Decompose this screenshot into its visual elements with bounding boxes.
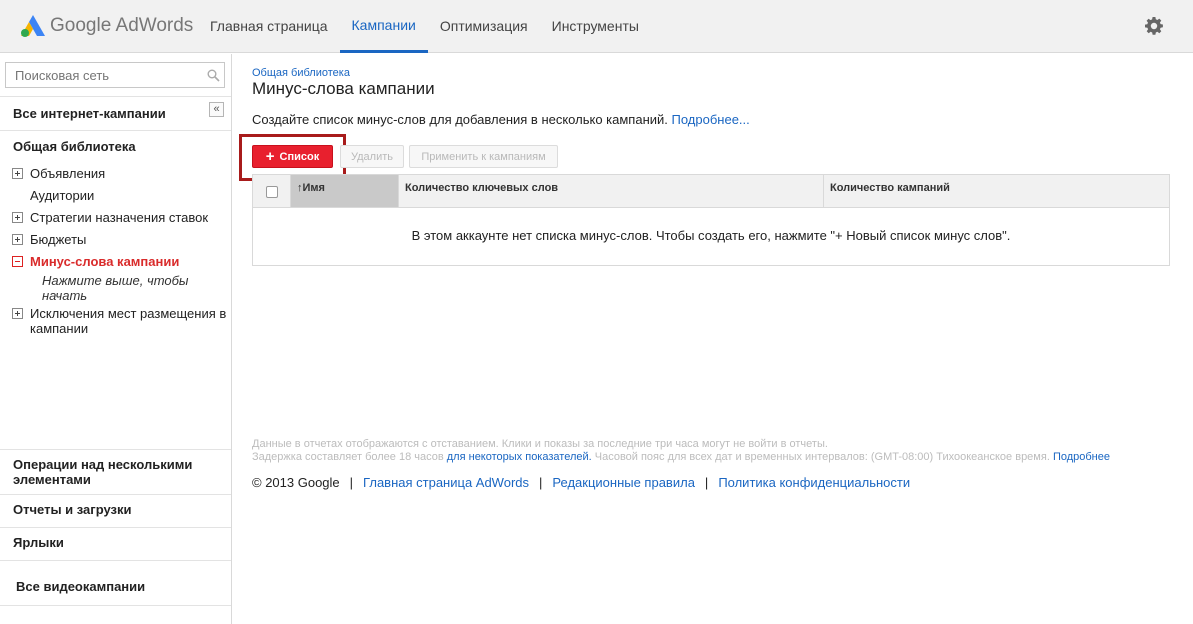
breadcrumb[interactable]: Общая библиотека: [252, 67, 350, 79]
some-metrics-link[interactable]: для некоторых показателей.: [447, 451, 592, 463]
learn-more-link[interactable]: Подробнее: [1053, 451, 1110, 463]
search-icon[interactable]: [207, 69, 220, 82]
divider: [0, 449, 231, 450]
tree-item-audiences[interactable]: Аудитории: [30, 188, 94, 203]
search-input[interactable]: [6, 63, 202, 87]
collapse-icon[interactable]: [12, 256, 23, 267]
separator: |: [349, 475, 354, 490]
sidebar-video-campaigns[interactable]: Все видеокампании: [16, 579, 145, 594]
main-nav: Главная страница Кампании Оптимизация Ин…: [198, 0, 651, 53]
tree-item-placement-exclusions[interactable]: Исключения мест размещения в кампании: [12, 306, 226, 336]
data-delay-note: Данные в отчетах отображаются с отставан…: [252, 438, 828, 450]
logo-text: Google AdWords: [50, 15, 194, 36]
page-description: Создайте список минус-слов для добавлени…: [252, 112, 750, 127]
apply-to-campaigns-button[interactable]: Применить к кампаниям: [409, 145, 558, 168]
tree-item-label: Стратегии назначения ставок: [30, 210, 209, 225]
expand-icon[interactable]: [12, 234, 23, 245]
nav-tools[interactable]: Инструменты: [540, 0, 651, 53]
page-title: Минус-слова кампании: [252, 79, 435, 98]
divider: [0, 560, 231, 561]
label-line: элементами: [13, 472, 91, 487]
divider: [0, 130, 231, 131]
hint-line: Нажмите выше, чтобы: [42, 273, 189, 288]
tree-item-ads[interactable]: Объявления: [12, 166, 105, 181]
adwords-logo[interactable]: Google AdWords: [20, 12, 193, 40]
note-text: Часовой пояс для всех дат и временных ин…: [594, 451, 1050, 463]
table-header: ↑Имя Количество ключевых слов Количество…: [253, 175, 1169, 208]
footer: © 2013 Google | Главная страница AdWords | Р…: [252, 475, 910, 490]
tree-item-label: Исключения мест размещения в кампании: [30, 306, 226, 336]
sidebar-all-campaigns[interactable]: Все интернет-кампании: [13, 106, 166, 121]
column-campaign-count[interactable]: Количество кампаний: [824, 175, 1169, 207]
tree-hint: Нажмите выше, чтобы начать: [42, 273, 222, 303]
nav-optimization[interactable]: Оптимизация: [428, 0, 540, 53]
tree-item-label: Объявления: [30, 166, 106, 181]
tree-item-label: Бюджеты: [30, 232, 87, 247]
footer-link-privacy-policy[interactable]: Политика конфиденциальности: [718, 475, 910, 490]
divider: [0, 96, 231, 97]
nav-campaigns[interactable]: Кампании: [339, 0, 428, 53]
expand-icon[interactable]: [12, 168, 23, 179]
label-line: кампании: [30, 321, 89, 336]
sidebar-shared-library[interactable]: Общая библиотека: [13, 139, 136, 154]
hint-line: начать: [42, 288, 88, 303]
note-text: Задержка составляет более 18 часов: [252, 451, 444, 463]
timezone-note: Задержка составляет более 18 часов для н…: [252, 451, 1110, 463]
select-all-column: [253, 175, 291, 207]
delete-button[interactable]: Удалить: [340, 145, 404, 168]
tree-item-bid-strategies[interactable]: Стратегии назначения ставок: [12, 210, 208, 225]
tree-item-label: Аудитории: [30, 188, 95, 203]
tree-item-negative-keywords[interactable]: Минус-слова кампании: [12, 254, 179, 269]
divider: [0, 494, 231, 495]
divider: [0, 605, 231, 606]
divider: [0, 527, 231, 528]
column-label: Имя: [302, 182, 325, 194]
sidebar-bulk-operations[interactable]: Операции над несколькими элементами: [13, 457, 192, 487]
label-line: Операции над несколькими: [13, 457, 193, 472]
footer-link-editorial-policy[interactable]: Редакционные правила: [552, 475, 695, 490]
collapse-sidebar-button[interactable]: «: [209, 102, 224, 117]
expand-icon[interactable]: [12, 308, 23, 319]
add-list-button[interactable]: + Список: [252, 145, 333, 168]
sidebar: Все интернет-кампании « Общая библиотека…: [0, 54, 232, 624]
copyright: © 2013 Google: [252, 475, 340, 490]
sidebar-reports[interactable]: Отчеты и загрузки: [13, 502, 132, 517]
adwords-logo-icon: [21, 15, 45, 37]
gear-icon[interactable]: [1144, 16, 1164, 36]
separator: |: [704, 475, 709, 490]
tree-item-label: Минус-слова кампании: [30, 254, 180, 269]
add-list-label: Список: [279, 150, 320, 163]
column-keyword-count[interactable]: Количество ключевых слов: [399, 175, 824, 207]
description-text: Создайте список минус-слов для добавлени…: [252, 112, 668, 127]
column-name[interactable]: ↑Имя: [291, 175, 399, 207]
sidebar-search: [5, 62, 225, 88]
tree-item-budgets[interactable]: Бюджеты: [12, 232, 86, 247]
nav-home[interactable]: Главная страница: [198, 0, 340, 53]
expand-icon[interactable]: [12, 212, 23, 223]
select-all-checkbox[interactable]: [266, 186, 278, 198]
empty-table-message: В этом аккаунте нет списка минус-слов. Ч…: [411, 228, 1011, 243]
plus-icon: +: [265, 147, 275, 165]
negative-keyword-lists-table: ↑Имя Количество ключевых слов Количество…: [252, 174, 1170, 266]
top-bar: Google AdWords Главная страница Кампании…: [0, 0, 1193, 53]
footer-link-adwords-home[interactable]: Главная страница AdWords: [363, 475, 529, 490]
sidebar-labels[interactable]: Ярлыки: [13, 535, 64, 550]
learn-more-link[interactable]: Подробнее...: [672, 112, 750, 127]
label-line: Исключения мест размещения в: [30, 306, 227, 321]
separator: |: [539, 475, 543, 490]
